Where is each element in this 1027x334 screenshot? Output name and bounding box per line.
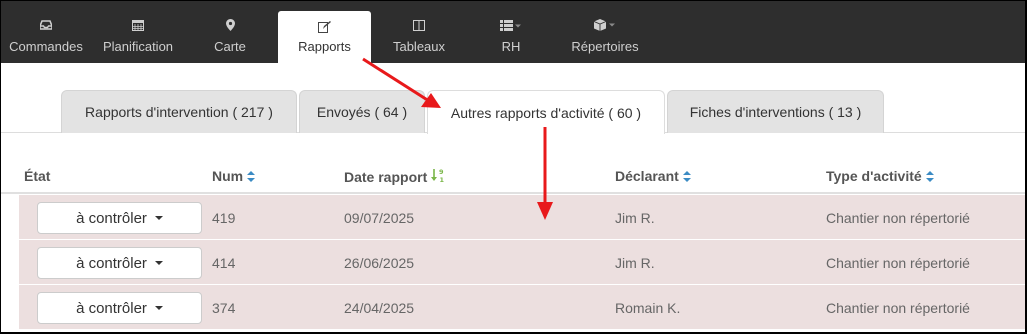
annotation-arrows (362, 57, 553, 220)
annotation-arrow-tab-to-table (537, 127, 553, 220)
annotation-arrow-rapports-to-tab (362, 57, 441, 108)
app-frame: Commandes Planification Carte Rapports T (1, 1, 1025, 332)
